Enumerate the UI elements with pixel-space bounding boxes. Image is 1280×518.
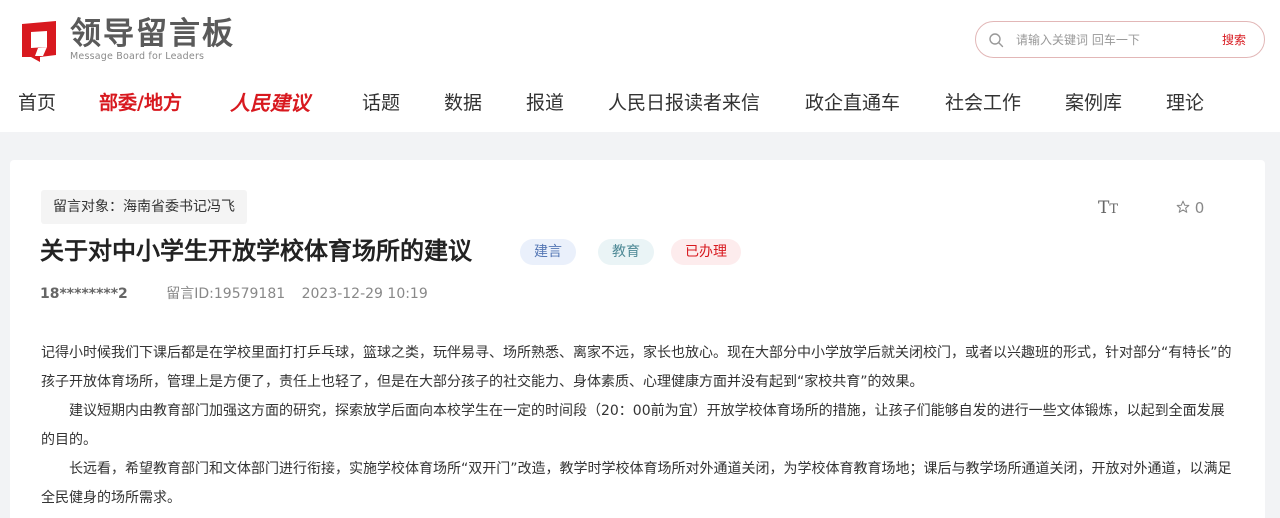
site-title: 领导留言板	[70, 16, 235, 52]
search-input[interactable]	[1016, 29, 1206, 51]
nav-item-peoples-suggestion[interactable]: 人民建议	[230, 86, 310, 120]
message-paragraph: 记得小时候我们下课后都是在学校里面打打乒乓球，篮球之类，玩伴易寻、场所熟悉、离家…	[41, 345, 1232, 390]
message-paragraph: 长远看，希望教育部门和文体部门进行衔接，实施学校体育场所“双开门”改造，教学时学…	[41, 461, 1232, 506]
nav-item-reports[interactable]: 报道	[526, 86, 564, 120]
tag-suggestion[interactable]: 建言	[520, 239, 576, 265]
nav-item-enterprise-express[interactable]: 政企直通车	[805, 86, 900, 120]
logo-mark-icon	[16, 18, 62, 62]
nav-item-data[interactable]: 数据	[444, 86, 482, 120]
site-header: 领导留言板 Message Board for Leaders 搜索 首页 部委…	[0, 0, 1280, 132]
message-title: 关于对中小学生开放学校体育场所的建议	[40, 237, 472, 265]
favorite-button[interactable]: 0	[1176, 199, 1204, 217]
message-time: 2023-12-29 10:19	[301, 286, 428, 302]
nav-item-theory[interactable]: 理论	[1166, 86, 1204, 120]
message-paragraph: 建议短期内由教育部门加强这方面的研究，探索放学后面向本校学生在一定的时间段（20…	[41, 403, 1225, 448]
nav-item-readers-letters[interactable]: 人民日报读者来信	[608, 86, 760, 120]
search-box: 搜索	[975, 21, 1265, 58]
nav-item-home[interactable]: 首页	[18, 86, 56, 120]
nav-item-ministries-local[interactable]: 部委/地方	[99, 86, 182, 120]
message-target: 留言对象：海南省委书记冯飞	[41, 190, 247, 224]
search-icon	[988, 32, 1004, 48]
nav-item-case-library[interactable]: 案例库	[1065, 86, 1122, 120]
message-card: 留言对象：海南省委书记冯飞 TT 0 关于对中小学生开放学校体育场所的建议 建言…	[10, 160, 1265, 518]
font-size-icon[interactable]: TT	[1098, 198, 1118, 218]
message-id: 留言ID:19579181	[166, 286, 286, 302]
message-user: 18********2	[40, 286, 128, 302]
tag-education[interactable]: 教育	[598, 239, 654, 265]
site-logo[interactable]: 领导留言板 Message Board for Leaders	[16, 17, 235, 63]
nav-item-topics[interactable]: 话题	[362, 86, 400, 120]
message-meta: 18********2 留言ID:19579181 2023-12-29 10:…	[40, 284, 428, 304]
star-icon	[1176, 200, 1190, 213]
status-badge: 已办理	[671, 239, 741, 265]
logo-text: 领导留言板 Message Board for Leaders	[70, 17, 235, 63]
search-button[interactable]: 搜索	[1222, 31, 1246, 48]
nav-item-social-work[interactable]: 社会工作	[945, 86, 1021, 120]
message-content: 记得小时候我们下课后都是在学校里面打打乒乓球，篮球之类，玩伴易寻、场所熟悉、离家…	[41, 339, 1237, 513]
favorite-count: 0	[1194, 199, 1205, 217]
main-nav: 首页 部委/地方 人民建议 话题 数据 报道 人民日报读者来信 政企直通车 社会…	[0, 86, 1280, 122]
site-subtitle: Message Board for Leaders	[70, 51, 205, 62]
